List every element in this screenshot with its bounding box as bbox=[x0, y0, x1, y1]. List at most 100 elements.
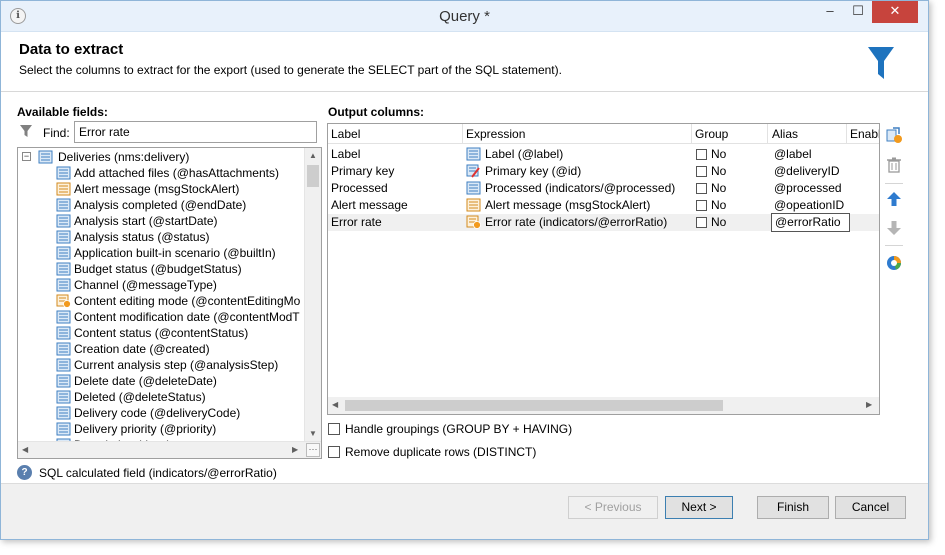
tree-item[interactable]: Alert message (msgStockAlert) bbox=[56, 181, 306, 197]
scroll-down-icon[interactable]: ▼ bbox=[309, 429, 317, 439]
column-header-enabled[interactable]: Enabl bbox=[850, 127, 879, 141]
tree-item[interactable]: Analysis status (@status) bbox=[56, 229, 306, 245]
output-columns-grid[interactable]: Label Expression Group Alias Enabl Label… bbox=[327, 123, 880, 415]
tree-item[interactable]: Delivery priority (@priority) bbox=[56, 421, 306, 437]
field-icon bbox=[56, 406, 71, 420]
row-label[interactable]: Error rate bbox=[331, 214, 382, 231]
tree-root-label: Deliveries (nms:delivery) bbox=[58, 150, 190, 164]
tree-item[interactable]: Add attached files (@hasAttachments) bbox=[56, 165, 306, 181]
tree-item[interactable]: Content modification date (@contentModT bbox=[56, 309, 306, 325]
grid-scroll-right-icon[interactable]: ▶ bbox=[866, 400, 872, 410]
add-calculated-field-icon[interactable] bbox=[885, 126, 903, 144]
tree-item[interactable]: Content editing mode (@contentEditingMo bbox=[56, 293, 306, 309]
tree-item[interactable]: Analysis start (@startDate) bbox=[56, 213, 306, 229]
field-icon bbox=[56, 214, 71, 228]
find-input[interactable] bbox=[74, 121, 317, 143]
row-alias[interactable]: @processed bbox=[774, 180, 842, 197]
output-row[interactable]: Error rate Error rate (indicators/@errorR… bbox=[328, 213, 879, 232]
column-header-alias[interactable]: Alias bbox=[772, 127, 798, 141]
handle-groupings-box[interactable] bbox=[328, 423, 340, 435]
scroll-right-icon[interactable]: ▶ bbox=[292, 445, 298, 455]
tree-item-label: Analysis completed (@endDate) bbox=[74, 198, 247, 212]
row-label[interactable]: Label bbox=[331, 146, 360, 163]
output-row[interactable]: Alert message Alert message (msgStockAler… bbox=[328, 197, 879, 214]
grid-header: Label Expression Group Alias Enabl bbox=[328, 124, 879, 144]
scroll-left-icon[interactable]: ◀ bbox=[22, 445, 28, 455]
minimize-button[interactable]: – bbox=[819, 1, 841, 23]
tree-item[interactable]: Budget status (@budgetStatus) bbox=[56, 261, 306, 277]
next-button[interactable]: Next > bbox=[665, 496, 733, 519]
group-checkbox[interactable] bbox=[696, 166, 707, 177]
scroll-up-icon[interactable]: ▲ bbox=[309, 151, 317, 161]
delete-icon[interactable] bbox=[885, 156, 903, 174]
tree-item[interactable]: Application built-in scenario (@builtIn) bbox=[56, 245, 306, 261]
field-icon bbox=[466, 181, 481, 195]
row-label[interactable]: Processed bbox=[331, 180, 388, 197]
available-fields-label: Available fields: bbox=[17, 105, 108, 119]
row-expression[interactable]: Processed (indicators/@processed) bbox=[485, 180, 675, 197]
tree-horizontal-scrollbar[interactable]: ◀ ▶ ··· bbox=[18, 441, 321, 458]
tree-item[interactable]: Deleted (@deleteStatus) bbox=[56, 389, 306, 405]
close-button[interactable]: ✕ bbox=[872, 1, 918, 23]
available-fields-tree[interactable]: − Deliveries (nms:delivery) Add attached… bbox=[17, 147, 322, 459]
remove-duplicates-box[interactable] bbox=[328, 446, 340, 458]
tree-item[interactable]: Delivery code (@deliveryCode) bbox=[56, 405, 306, 421]
tree-vertical-scrollbar[interactable]: ▲ ▼ bbox=[304, 148, 321, 443]
alias-edit-field[interactable]: @errorRatio bbox=[771, 213, 850, 232]
grid-horizontal-scrollbar[interactable]: ◀ ▶ bbox=[328, 397, 879, 414]
row-alias[interactable]: @label bbox=[774, 146, 812, 163]
tree-item-label: Analysis status (@status) bbox=[74, 230, 210, 244]
cancel-button[interactable]: Cancel bbox=[835, 496, 906, 519]
output-row[interactable]: Processed Processed (indicators/@processe… bbox=[328, 180, 879, 197]
field-icon bbox=[56, 246, 71, 260]
tree-item[interactable]: Current analysis step (@analysisStep) bbox=[56, 357, 306, 373]
page-description: Select the columns to extract for the ex… bbox=[19, 63, 562, 77]
tree-item[interactable]: Analysis completed (@endDate) bbox=[56, 197, 306, 213]
tree-root[interactable]: − Deliveries (nms:delivery) bbox=[20, 149, 310, 165]
field-icon bbox=[56, 166, 71, 180]
tree-item-label: Alert message (msgStockAlert) bbox=[74, 182, 240, 196]
row-expression[interactable]: Alert message (msgStockAlert) bbox=[485, 197, 650, 214]
tree-item-label: Budget status (@budgetStatus) bbox=[74, 262, 242, 276]
tree-item[interactable]: Delete date (@deleteDate) bbox=[56, 373, 306, 389]
tree-item-label: Delivery code (@deliveryCode) bbox=[74, 406, 241, 420]
row-expression[interactable]: Label (@label) bbox=[485, 146, 563, 163]
distribution-chart-icon[interactable] bbox=[885, 254, 903, 272]
group-checkbox[interactable] bbox=[696, 217, 707, 228]
group-checkbox[interactable] bbox=[696, 183, 707, 194]
tree-scroll-thumb[interactable] bbox=[307, 165, 319, 187]
output-row[interactable]: Primary key Primary key (@id) No @deliveryI… bbox=[328, 163, 879, 180]
output-row[interactable]: Label Label (@label) No @label bbox=[328, 146, 879, 163]
grid-scroll-left-icon[interactable]: ◀ bbox=[332, 400, 338, 410]
query-window: ℹ Query * – ☐ ✕ Data to extract Select t… bbox=[0, 0, 929, 540]
row-alias[interactable]: @opeationID bbox=[774, 197, 844, 214]
tree-item[interactable]: Creation date (@created) bbox=[56, 341, 306, 357]
tree-item[interactable]: Content status (@contentStatus) bbox=[56, 325, 306, 341]
grid-scroll-thumb[interactable] bbox=[345, 400, 723, 411]
field-icon bbox=[466, 147, 481, 161]
finish-button[interactable]: Finish bbox=[757, 496, 829, 519]
tree-item[interactable]: Channel (@messageType) bbox=[56, 277, 306, 293]
column-header-expression[interactable]: Expression bbox=[466, 127, 525, 141]
row-label[interactable]: Primary key bbox=[331, 163, 394, 180]
tree-item-label: Analysis start (@startDate) bbox=[74, 214, 218, 228]
column-header-label[interactable]: Label bbox=[331, 127, 360, 141]
wizard-header: Data to extract Select the columns to ex… bbox=[1, 32, 928, 92]
group-checkbox[interactable] bbox=[696, 200, 707, 211]
collapse-icon[interactable]: − bbox=[22, 152, 31, 161]
move-up-icon[interactable] bbox=[885, 190, 903, 208]
more-icon[interactable]: ··· bbox=[306, 443, 320, 457]
wizard-footer: < Previous Next > Finish Cancel bbox=[1, 483, 928, 539]
field-icon bbox=[56, 326, 71, 340]
column-header-group[interactable]: Group bbox=[695, 127, 728, 141]
previous-button[interactable]: < Previous bbox=[568, 496, 658, 519]
move-down-icon[interactable] bbox=[885, 219, 903, 237]
row-expression[interactable]: Error rate (indicators/@errorRatio) bbox=[485, 214, 667, 231]
group-checkbox[interactable] bbox=[696, 149, 707, 160]
row-alias[interactable]: @deliveryID bbox=[774, 163, 840, 180]
maximize-button[interactable]: ☐ bbox=[847, 1, 869, 23]
row-expression[interactable]: Primary key (@id) bbox=[485, 163, 581, 180]
tree-item-label: Content modification date (@contentModT bbox=[74, 310, 300, 324]
calc-icon bbox=[466, 215, 481, 229]
row-label[interactable]: Alert message bbox=[331, 197, 408, 214]
